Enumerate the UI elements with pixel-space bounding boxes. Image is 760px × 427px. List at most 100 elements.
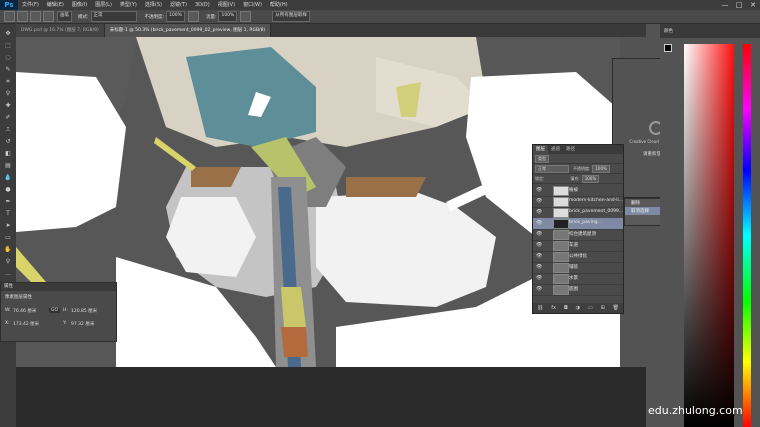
document-tabs: DWG.psd @ 16.7% (图层 7, RGB/8) 未标题-1 @ 50… [16,24,646,37]
menu-type[interactable]: 类型(Y) [116,0,141,10]
opacity-label: 不透明度: [144,14,165,20]
layer-row[interactable]: 👁 底图 [533,284,623,296]
pen-tool-icon[interactable]: ✒ [3,198,13,206]
menu-window[interactable]: 窗口(W) [239,0,266,10]
visibility-eye-icon[interactable]: 👁 [536,286,542,292]
menu-help[interactable]: 帮助(H) [266,0,292,10]
menu-edit[interactable]: 编辑(E) [43,0,68,10]
tab-layers[interactable]: 图层 [533,145,548,154]
visibility-eye-icon[interactable]: 👁 [536,264,542,270]
hand-tool-icon[interactable]: ✋ [3,246,13,254]
tab-paths[interactable]: 路径 [563,145,578,154]
brush-size-field[interactable]: 画笔 [57,11,72,22]
brush-tool-icon[interactable]: ✐ [3,114,13,122]
layer-name: 水景 [569,276,578,281]
brush-panel-icon[interactable] [30,11,41,22]
menu-3d[interactable]: 3D(D) [191,0,214,10]
maximize-button[interactable]: □ [732,0,746,10]
hue-slider[interactable] [743,44,751,427]
visibility-eye-icon[interactable]: 👁 [536,187,542,193]
brush-settings-icon[interactable] [43,11,54,22]
minimize-button[interactable]: — [718,0,732,10]
menu-select[interactable]: 选择(S) [141,0,166,10]
clone-stamp-tool-icon[interactable]: ⎍ [3,126,13,134]
tab-color[interactable]: 颜色 [664,28,673,34]
visibility-eye-icon[interactable]: 👁 [536,275,542,281]
flow-label: 流量: [205,14,217,20]
blend-mode-select[interactable]: 正常 [535,164,569,173]
opacity-field[interactable]: 100% [166,11,185,22]
quick-select-tool-icon[interactable]: ✎ [3,66,13,74]
canvas-pasteboard [16,367,646,427]
menu-image[interactable]: 图像(I) [68,0,91,10]
properties-tab[interactable]: 属性 [1,283,116,291]
flow-field[interactable]: 100% [218,11,238,22]
layer-name: brick_paving... [569,220,602,225]
menu-view[interactable]: 视图(V) [214,0,239,10]
pressure-opacity-icon[interactable] [187,11,199,22]
visibility-eye-icon[interactable]: 👁 [536,220,542,226]
y-field[interactable]: 97.32 厘米 [71,321,94,327]
color-panel-header: 颜色 [660,24,760,52]
tool-preset-icon[interactable] [4,11,15,22]
fill-field[interactable]: 100% [581,174,600,183]
color-foreground-swatch[interactable] [664,44,672,52]
x-field[interactable]: 173.42 厘米 [13,321,39,327]
crop-tool-icon[interactable]: ⌗ [3,78,13,86]
gradient-tool-icon[interactable]: ▤ [3,162,13,170]
tab-channels[interactable]: 通道 [548,145,563,154]
y-label: Y: [63,321,67,326]
visibility-eye-icon[interactable]: 👁 [536,198,542,204]
more-tools-icon[interactable]: … [3,270,13,278]
mode-label: 模式: [78,14,89,20]
height-field[interactable]: 120.85 厘米 [71,308,97,314]
path-select-tool-icon[interactable]: ➤ [3,222,13,230]
menu-filter[interactable]: 滤镜(T) [166,0,191,10]
adjustment-layer-icon[interactable]: ◑ [576,305,580,311]
menu-bar: Ps 文件(F) 编辑(E) 图像(I) 图层(L) 类型(Y) 选择(S) 滤… [0,0,760,10]
layer-thumbnail [553,197,569,207]
visibility-eye-icon[interactable]: 👁 [536,231,542,237]
link-layers-icon[interactable]: ⛓ [537,305,543,311]
healing-tool-icon[interactable]: ✚ [3,102,13,110]
layer-name: 公共绿化 [569,254,587,259]
marquee-tool-icon[interactable]: ⬚ [3,42,13,50]
add-mask-icon[interactable]: ◘ [564,305,568,311]
visibility-eye-icon[interactable]: 👁 [536,209,542,215]
lasso-tool-icon[interactable]: ◌ [3,54,13,62]
width-field[interactable]: 76.46 厘米 [13,308,36,314]
airbrush-icon[interactable] [240,11,252,22]
photoshop-logo: Ps [0,0,18,10]
type-tool-icon[interactable]: T [3,210,13,218]
dodge-tool-icon[interactable]: ● [3,186,13,194]
sample-all-layers-button[interactable]: 从所有图层取样 [272,11,310,22]
brush-preset-icon[interactable] [17,11,28,22]
move-tool-icon[interactable]: ✥ [3,30,13,38]
link-toggle[interactable]: GO [49,308,61,313]
layer-filter-kind[interactable]: 类型 [535,154,549,163]
layer-opacity-label: 不透明度: [573,165,591,171]
new-layer-icon[interactable]: ⊞ [601,305,605,311]
menu-layer[interactable]: 图层(L) [91,0,116,10]
menu-file[interactable]: 文件(F) [18,0,43,10]
shape-tool-icon[interactable]: ▭ [3,234,13,242]
close-button[interactable]: ✕ [746,0,760,10]
delete-layer-icon[interactable]: 🗑 [613,305,619,311]
eyedropper-tool-icon[interactable]: ⚲ [3,90,13,98]
history-brush-tool-icon[interactable]: ↺ [3,138,13,146]
zoom-tool-icon[interactable]: ⚲ [3,258,13,266]
new-group-icon[interactable]: ▭ [588,305,593,311]
x-label: X: [5,321,10,326]
eraser-tool-icon[interactable]: ◧ [3,150,13,158]
properties-panel: 属性 像素图层属性 W: 76.46 厘米 GO H: 120.85 厘米 X:… [0,282,117,342]
mode-select[interactable]: 正常 [90,11,137,22]
visibility-eye-icon[interactable]: 👁 [536,242,542,248]
layer-style-icon[interactable]: fx [551,305,556,311]
visibility-eye-icon[interactable]: 👁 [536,253,542,259]
layer-opacity-field[interactable]: 100% [592,164,610,173]
tools-panel: ✥ ⬚ ◌ ✎ ⌗ ⚲ ✚ ✐ ⎍ ↺ ◧ ▤ 💧 ● ✒ T ➤ ▭ ✋ ⚲ … [0,24,16,427]
tab-dwg[interactable]: DWG.psd @ 16.7% (图层 7, RGB/8) [16,24,105,37]
tab-untitled[interactable]: 未标题-1 @ 50.3% (brick_pavement_0099_02_pr… [104,24,272,37]
color-picker-field[interactable] [684,44,734,427]
blur-tool-icon[interactable]: 💧 [3,174,13,182]
